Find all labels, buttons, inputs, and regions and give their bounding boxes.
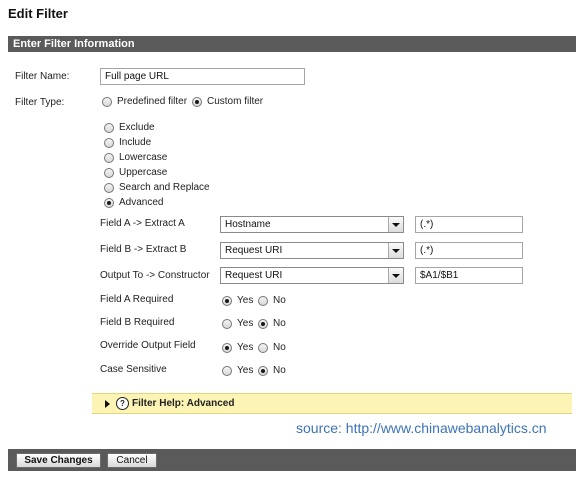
yes-radio[interactable]	[222, 318, 232, 329]
advanced-radio[interactable]	[104, 197, 114, 208]
custom-option-label: Uppercase	[119, 167, 168, 178]
custom-option-include[interactable]: Include	[104, 137, 151, 148]
field-b-required-label: Field B Required	[100, 317, 175, 328]
yes-label: Yes	[237, 365, 254, 376]
save-changes-button[interactable]: Save Changes	[16, 453, 101, 468]
lowercase-radio[interactable]	[104, 152, 114, 163]
uppercase-radio[interactable]	[104, 167, 114, 178]
yes-radio[interactable]	[222, 365, 232, 376]
custom-option-label: Include	[119, 137, 152, 148]
predefined-filter-radio[interactable]	[102, 96, 112, 107]
custom-option-search-replace[interactable]: Search and Replace	[104, 182, 210, 193]
filter-type-label: Filter Type:	[15, 97, 65, 108]
predefined-filter-label: Predefined filter	[117, 96, 188, 107]
case-sensitive-no[interactable]: No	[258, 365, 286, 376]
custom-option-label: Advanced	[119, 197, 164, 208]
no-radio[interactable]	[258, 318, 268, 329]
field-a-required-yes[interactable]: Yes	[222, 295, 253, 306]
filter-name-label: Filter Name:	[15, 71, 70, 82]
override-output-label: Override Output Field	[100, 340, 196, 351]
field-a-required-no[interactable]: No	[258, 295, 286, 306]
field-a-label: Field A -> Extract A	[100, 218, 185, 229]
case-sensitive-yes[interactable]: Yes	[222, 365, 253, 376]
case-sensitive-label: Case Sensitive	[100, 364, 167, 375]
filter-help-label[interactable]: Filter Help: Advanced	[132, 398, 234, 409]
no-radio[interactable]	[258, 342, 268, 353]
triangle-right-icon[interactable]	[105, 400, 110, 408]
search-replace-radio[interactable]	[104, 182, 114, 193]
custom-filter-label: Custom filter	[207, 96, 264, 107]
output-select-value: Request URI	[225, 270, 283, 281]
exclude-radio[interactable]	[104, 122, 114, 133]
field-b-select[interactable]: Request URI	[220, 242, 404, 259]
field-b-required-no[interactable]: No	[258, 318, 286, 329]
custom-option-uppercase[interactable]: Uppercase	[104, 167, 167, 178]
section-header: Enter Filter Information	[8, 36, 576, 52]
yes-label: Yes	[237, 342, 254, 353]
field-b-label: Field B -> Extract B	[100, 244, 187, 255]
field-a-required-label: Field A Required	[100, 294, 174, 305]
chevron-down-icon[interactable]	[388, 268, 403, 283]
override-output-no[interactable]: No	[258, 342, 286, 353]
page-title: Edit Filter	[8, 6, 68, 21]
output-constructor-input[interactable]	[415, 267, 523, 284]
predefined-filter-option[interactable]: Predefined filter	[102, 96, 187, 107]
source-caption: source: http://www.chinawebanalytics.cn	[296, 420, 547, 436]
custom-option-label: Lowercase	[119, 152, 168, 163]
yes-radio[interactable]	[222, 295, 232, 306]
custom-option-lowercase[interactable]: Lowercase	[104, 152, 167, 163]
output-select[interactable]: Request URI	[220, 267, 404, 284]
field-b-required-yes[interactable]: Yes	[222, 318, 253, 329]
output-label: Output To -> Constructor	[100, 270, 210, 281]
no-label: No	[273, 318, 286, 329]
field-a-select-value: Hostname	[225, 219, 271, 230]
field-b-select-value: Request URI	[225, 245, 283, 256]
field-b-pattern-input[interactable]	[415, 242, 523, 259]
custom-option-label: Search and Replace	[119, 182, 210, 193]
filter-help-bar[interactable]: ? Filter Help: Advanced	[92, 393, 572, 414]
footer-bar: Save Changes Cancel	[8, 449, 576, 471]
no-radio[interactable]	[258, 365, 268, 376]
custom-option-label: Exclude	[119, 122, 155, 133]
no-radio[interactable]	[258, 295, 268, 306]
custom-filter-radio[interactable]	[192, 96, 202, 107]
custom-option-exclude[interactable]: Exclude	[104, 122, 155, 133]
no-label: No	[273, 365, 286, 376]
cancel-button[interactable]: Cancel	[107, 453, 157, 468]
filter-name-input[interactable]	[100, 68, 305, 85]
yes-label: Yes	[237, 295, 254, 306]
chevron-down-icon[interactable]	[388, 243, 403, 258]
include-radio[interactable]	[104, 137, 114, 148]
no-label: No	[273, 295, 286, 306]
field-a-select[interactable]: Hostname	[220, 216, 404, 233]
no-label: No	[273, 342, 286, 353]
help-icon: ?	[116, 397, 129, 410]
custom-filter-option[interactable]: Custom filter	[192, 96, 263, 107]
custom-option-advanced[interactable]: Advanced	[104, 197, 163, 208]
yes-radio[interactable]	[222, 342, 232, 353]
field-a-pattern-input[interactable]	[415, 216, 523, 233]
chevron-down-icon[interactable]	[388, 217, 403, 232]
section-title: Enter Filter Information	[13, 38, 135, 50]
yes-label: Yes	[237, 318, 254, 329]
override-output-yes[interactable]: Yes	[222, 342, 253, 353]
